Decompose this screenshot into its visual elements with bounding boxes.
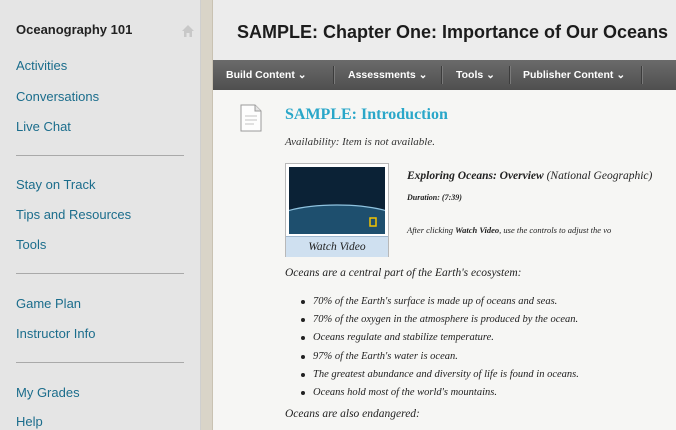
list-item: 70% of the oxygen in the atmosphere is p… — [301, 311, 579, 329]
video-thumbnail-card[interactable]: Watch Video — [285, 163, 389, 257]
course-sidebar: Oceanography 101 Activities Conversation… — [0, 0, 201, 430]
facts-list: 70% of the Earth's surface is made up of… — [301, 293, 579, 402]
list-item: Oceans hold most of the world's mountain… — [301, 384, 579, 402]
video-title-text: Exploring Oceans: Overview — [407, 170, 544, 182]
nav-instructor-info[interactable]: Instructor Info — [16, 326, 95, 341]
intro-paragraph: Oceans are a central part of the Earth's… — [285, 267, 522, 279]
video-instructions: After clicking Watch Video, use the cont… — [407, 225, 611, 235]
nav-game-plan[interactable]: Game Plan — [16, 296, 81, 311]
home-icon[interactable] — [181, 24, 195, 38]
instructions-prefix: After clicking — [407, 225, 456, 235]
toolbar-separator — [333, 66, 335, 84]
list-item: 97% of the Earth's water is ocean. — [301, 348, 579, 366]
nav-tools[interactable]: Tools — [16, 237, 46, 252]
content-item-title[interactable]: SAMPLE: Introduction — [285, 106, 448, 124]
video-title: Exploring Oceans: Overview (National Geo… — [407, 170, 652, 182]
document-icon — [240, 104, 262, 132]
nav-divider — [16, 273, 184, 274]
video-thumbnail[interactable] — [289, 167, 385, 234]
endangered-paragraph: Oceans are also endangered: — [285, 408, 420, 420]
chevron-down-icon: ⌄ — [418, 69, 428, 81]
nav-tips-and-resources[interactable]: Tips and Resources — [16, 207, 131, 222]
menu-label: Publisher Content — [523, 69, 614, 81]
chevron-down-icon: ⌄ — [297, 69, 307, 81]
availability-status: Availability: Item is not available. — [285, 136, 435, 148]
build-content-menu[interactable]: Build Content ⌄ — [226, 69, 307, 81]
publisher-content-menu[interactable]: Publisher Content ⌄ — [523, 69, 625, 81]
video-source: (National Geographic) — [546, 170, 653, 182]
page-title: SAMPLE: Chapter One: Importance of Our O… — [237, 22, 669, 42]
instructions-suffix: , use the controls to adjust the vo — [499, 225, 612, 235]
page-header: SAMPLE: Chapter One: Importance of Our O… — [213, 0, 676, 60]
chevron-down-icon: ⌄ — [616, 69, 626, 81]
content-item: SAMPLE: Introduction Availability: Item … — [213, 90, 676, 430]
list-item: The greatest abundance and diversity of … — [301, 366, 579, 384]
nav-activities[interactable]: Activities — [16, 58, 67, 73]
toolbar-separator — [441, 66, 443, 84]
tools-menu[interactable]: Tools ⌄ — [456, 69, 495, 81]
toolbar-separator — [641, 66, 643, 84]
nav-live-chat[interactable]: Live Chat — [16, 119, 71, 134]
instructions-bold: Watch Video — [455, 225, 500, 235]
sidebar-resize-handle[interactable] — [201, 0, 213, 430]
chevron-down-icon: ⌄ — [486, 69, 495, 81]
watch-video-button[interactable]: Watch Video — [286, 236, 388, 257]
content-toolbar: Build Content ⌄ Assessments ⌄ Tools ⌄ Pu… — [213, 60, 676, 90]
menu-label: Build Content — [226, 69, 295, 81]
earth-horizon-image — [289, 167, 385, 234]
course-title[interactable]: Oceanography 101 — [16, 22, 132, 37]
list-item: 70% of the Earth's surface is made up of… — [301, 293, 579, 311]
assessments-menu[interactable]: Assessments ⌄ — [348, 69, 427, 81]
main-content-area: SAMPLE: Chapter One: Importance of Our O… — [213, 0, 676, 430]
nav-conversations[interactable]: Conversations — [16, 89, 99, 104]
nav-divider — [16, 362, 184, 363]
nav-help[interactable]: Help — [16, 414, 43, 429]
toolbar-separator — [509, 66, 511, 84]
nav-my-grades[interactable]: My Grades — [16, 385, 80, 400]
video-duration: Duration: (7:39) — [407, 193, 462, 202]
nav-stay-on-track[interactable]: Stay on Track — [16, 177, 95, 192]
menu-label: Assessments — [348, 69, 416, 81]
list-item: Oceans regulate and stabilize temperatur… — [301, 329, 579, 347]
nav-divider — [16, 155, 184, 156]
menu-label: Tools — [456, 69, 484, 81]
